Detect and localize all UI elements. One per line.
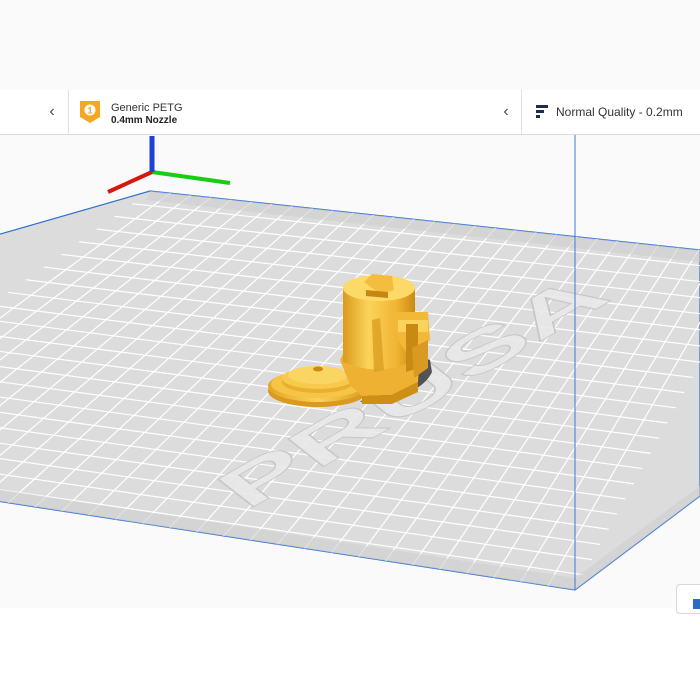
chevron-left-icon[interactable]: ‹ <box>42 102 62 122</box>
extruder-badge-icon: 1 <box>80 101 100 123</box>
chevron-left-icon[interactable]: ‹ <box>496 102 516 122</box>
divider <box>521 90 522 134</box>
left-panel-section: ‹ <box>0 90 68 134</box>
axes-gizmo <box>107 136 231 194</box>
svg-text:1: 1 <box>87 106 92 116</box>
quality-bars-icon <box>536 105 548 118</box>
extruder-selector[interactable]: 1 Generic PETG 0.4mm Nozzle ‹ <box>69 90 521 134</box>
view-toggle-icon <box>693 599 700 609</box>
print-settings-quality-button[interactable]: Normal Quality - 0.2mm <box>556 105 683 119</box>
material-name: Generic PETG <box>111 102 183 114</box>
view-toggle-button[interactable] <box>676 584 700 614</box>
nozzle-name: 0.4mm Nozzle <box>111 115 178 126</box>
